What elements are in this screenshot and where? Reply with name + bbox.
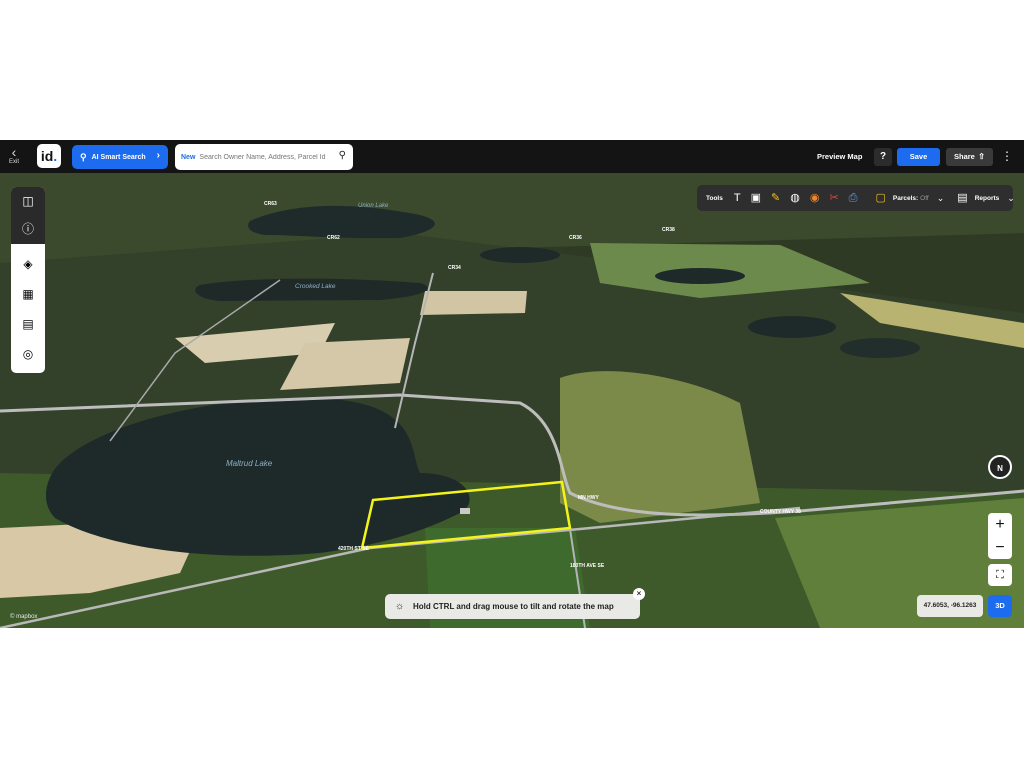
share-icon: ⇧: [978, 152, 985, 161]
reports-label[interactable]: Reports: [975, 195, 1000, 202]
panel-toggle-icon[interactable]: ◫: [11, 187, 45, 215]
search-box: New ⚲: [175, 144, 353, 170]
road-label-180th: 180TH AVE SE: [570, 563, 605, 569]
radius-icon[interactable]: ◉: [810, 185, 820, 211]
3d-toggle-button[interactable]: 3D: [988, 595, 1012, 617]
house-structure: [460, 508, 470, 514]
map-app: ‹ Exit id. ⚲ AI Smart Search › New ⚲ Pre…: [0, 140, 1024, 628]
road-label-cr38: CR38: [662, 227, 675, 233]
pond-east: [748, 316, 836, 338]
lightbulb-icon: ☼: [395, 601, 405, 612]
road-label-cr63: CR63: [264, 201, 277, 207]
compass-button[interactable]: N: [988, 455, 1012, 479]
globe-icon[interactable]: ◍: [790, 185, 800, 211]
search-input[interactable]: [199, 153, 334, 161]
zoom-control: + −: [988, 513, 1012, 559]
logo-text: id: [40, 148, 54, 164]
logo-dot-icon: .: [53, 148, 58, 164]
help-button[interactable]: ?: [874, 148, 892, 166]
road-label-420th: 420TH ST SE: [338, 546, 369, 552]
reports-icon[interactable]: ▤: [957, 185, 967, 211]
pond-center: [480, 247, 560, 263]
ruler-icon[interactable]: ✎: [771, 185, 780, 211]
print-icon[interactable]: ⎙: [849, 185, 858, 211]
pond-far-east: [840, 338, 920, 358]
crooked-lake-label: Crooked Lake: [295, 283, 336, 290]
share-button[interactable]: Share ⇧: [946, 148, 993, 166]
crop-field-3: [420, 291, 527, 315]
text-tool-icon[interactable]: T: [734, 185, 741, 211]
chevron-down-icon[interactable]: ⌄: [937, 193, 945, 204]
tilt-hint: ☼ Hold CTRL and drag mouse to tilt and r…: [385, 588, 645, 619]
coordinates-readout: 47.6053, -96.1263: [917, 595, 983, 617]
text-box-tool-icon[interactable]: ▣: [751, 185, 761, 211]
chart-report-icon[interactable]: ▤: [11, 310, 45, 338]
close-icon[interactable]: ×: [633, 588, 645, 600]
search-icon: ⚲: [80, 151, 87, 162]
ai-smart-search-button[interactable]: ⚲ AI Smart Search ›: [72, 145, 168, 169]
info-icon[interactable]: ⓘ: [11, 215, 45, 243]
exit-button[interactable]: ‹ Exit: [3, 145, 25, 171]
union-lake-label: Union Lake: [358, 203, 389, 209]
focus-frame-icon[interactable]: ⛶: [988, 564, 1012, 586]
parcels-state[interactable]: Off: [920, 195, 929, 202]
buildings-icon[interactable]: ▦: [11, 280, 45, 308]
preview-map-button[interactable]: Preview Map: [817, 152, 862, 161]
left-toolbar: ◫ ⓘ ◈ ▦ ▤ ◎: [11, 187, 45, 373]
field-southeast: [775, 498, 1024, 628]
scissors-icon[interactable]: ✂: [829, 185, 838, 211]
search-icon[interactable]: ⚲: [339, 150, 346, 161]
layers-icon[interactable]: ◈: [11, 250, 45, 278]
share-label: Share: [954, 152, 975, 161]
tools-panel: Tools T ▣ ✎ ◍ ◉ ✂ ⎙ ▢ Parcels: Off ⌄ ▤ R…: [697, 185, 1015, 211]
new-badge: New: [181, 153, 196, 161]
road-label-cr62: CR62: [327, 235, 340, 241]
tools-label: Tools: [706, 194, 723, 202]
logo[interactable]: id.: [37, 144, 61, 168]
ai-smart-search-label: AI Smart Search: [91, 153, 146, 161]
left-toolbar-top: ◫ ⓘ: [11, 187, 45, 244]
parcels-label[interactable]: Parcels:: [893, 195, 918, 202]
maltrud-lake-label: Maltrud Lake: [226, 459, 273, 468]
parcels-icon[interactable]: ▢: [875, 185, 885, 211]
more-menu-icon[interactable]: ⋮: [1001, 147, 1013, 165]
road-label-cr34: CR34: [448, 265, 461, 271]
road-label-cr36: CR36: [569, 235, 582, 241]
top-bar: ‹ Exit id. ⚲ AI Smart Search › New ⚲ Pre…: [0, 140, 1024, 173]
save-button[interactable]: Save: [897, 148, 940, 166]
zoom-in-button[interactable]: +: [988, 513, 1012, 536]
satellite-map[interactable]: Union Lake Crooked Lake Maltrud Lake CR6…: [0, 173, 1024, 628]
chevron-left-icon: ‹: [11, 144, 17, 160]
chevron-down-icon[interactable]: ⌄: [1007, 193, 1015, 204]
zoom-out-button[interactable]: −: [988, 536, 1012, 559]
road-label-county-hwy: COUNTY HWY 38: [760, 509, 801, 515]
pond-north: [655, 268, 745, 284]
mapbox-attribution[interactable]: © mapbox: [10, 614, 37, 620]
road-label-mn-hwy: MN HWY: [578, 495, 599, 501]
location-settings-icon[interactable]: ◎: [11, 340, 45, 368]
hint-text: Hold CTRL and drag mouse to tilt and rot…: [413, 602, 614, 611]
map-imagery: [0, 173, 1024, 628]
exit-label: Exit: [8, 159, 19, 165]
chevron-right-icon: ›: [156, 150, 160, 161]
